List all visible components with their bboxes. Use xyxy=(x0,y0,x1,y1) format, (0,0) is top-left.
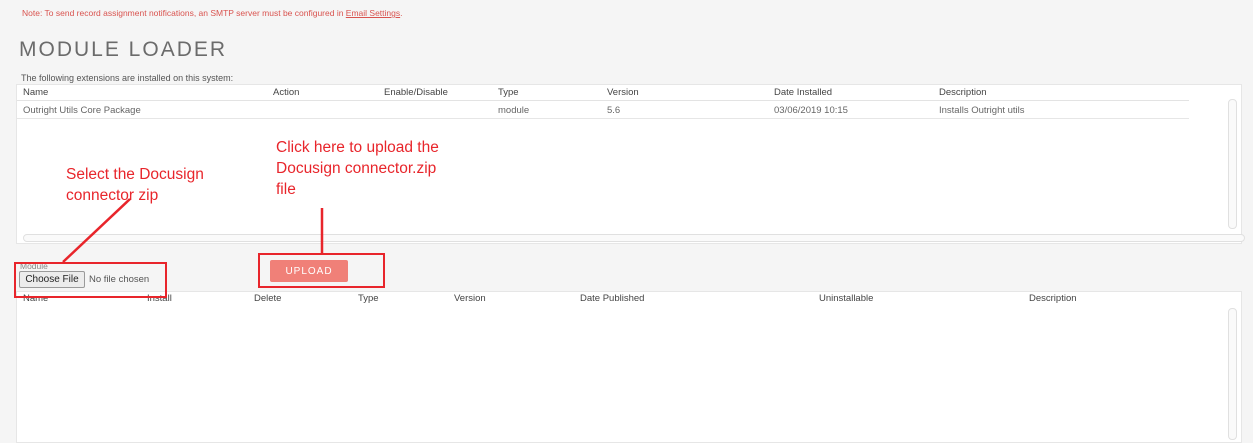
upload-zip-line-2: Docusign connector.zip xyxy=(276,160,437,177)
select-zip-line-2: connector zip xyxy=(66,187,159,204)
upload-zip-line-1: Click here to upload the xyxy=(276,139,439,156)
select-zip-pointer-line xyxy=(62,198,131,263)
annotation-arrows xyxy=(62,198,324,263)
upload-zip-annotation: Click here to upload the Docusign connec… xyxy=(276,137,439,200)
select-zip-line-1: Select the Docusign xyxy=(66,166,204,183)
select-zip-annotation: Select the Docusign connector zip xyxy=(66,164,204,206)
upload-zip-line-3: file xyxy=(276,181,296,198)
